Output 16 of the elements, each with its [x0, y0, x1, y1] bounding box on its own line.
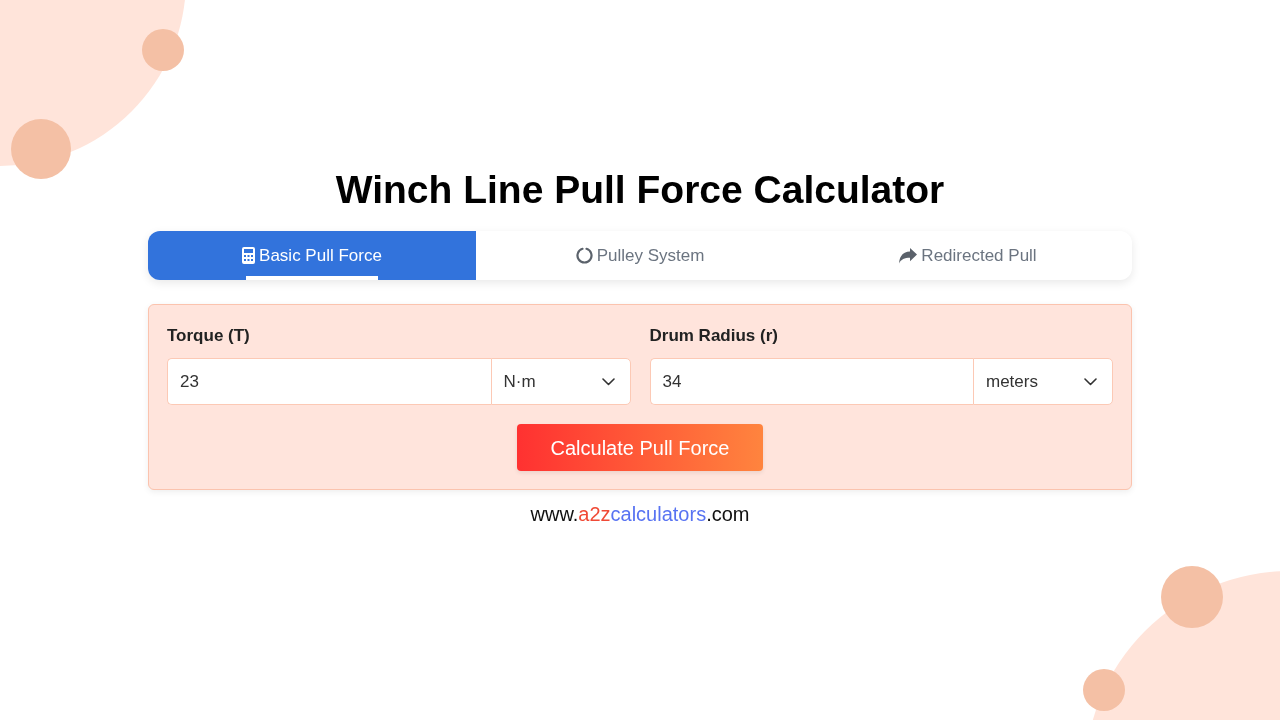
- chevron-down-icon: [601, 377, 615, 386]
- value-input[interactable]: 34: [649, 358, 973, 405]
- field-label: Drum Radius (r): [649, 325, 779, 347]
- tab[interactable]: Redirected Pull: [804, 231, 1132, 280]
- page-title: Winch Line Pull Force Calculator: [334, 167, 946, 213]
- curved-arrow-icon: [899, 247, 918, 264]
- tab[interactable]: Pulley System: [476, 231, 804, 280]
- chevron-down-icon: [1084, 377, 1097, 386]
- field-label: Torque (T): [167, 325, 251, 347]
- value-input[interactable]: 23: [167, 358, 491, 405]
- website-url: www.a2zcalculators.com: [530, 502, 750, 526]
- tab[interactable]: Basic Pull Force: [148, 231, 476, 280]
- ring-icon: [575, 247, 593, 264]
- unit-select[interactable]: meters: [973, 358, 1113, 405]
- calculator-icon: [242, 247, 256, 264]
- unit-select[interactable]: N·m: [490, 358, 631, 405]
